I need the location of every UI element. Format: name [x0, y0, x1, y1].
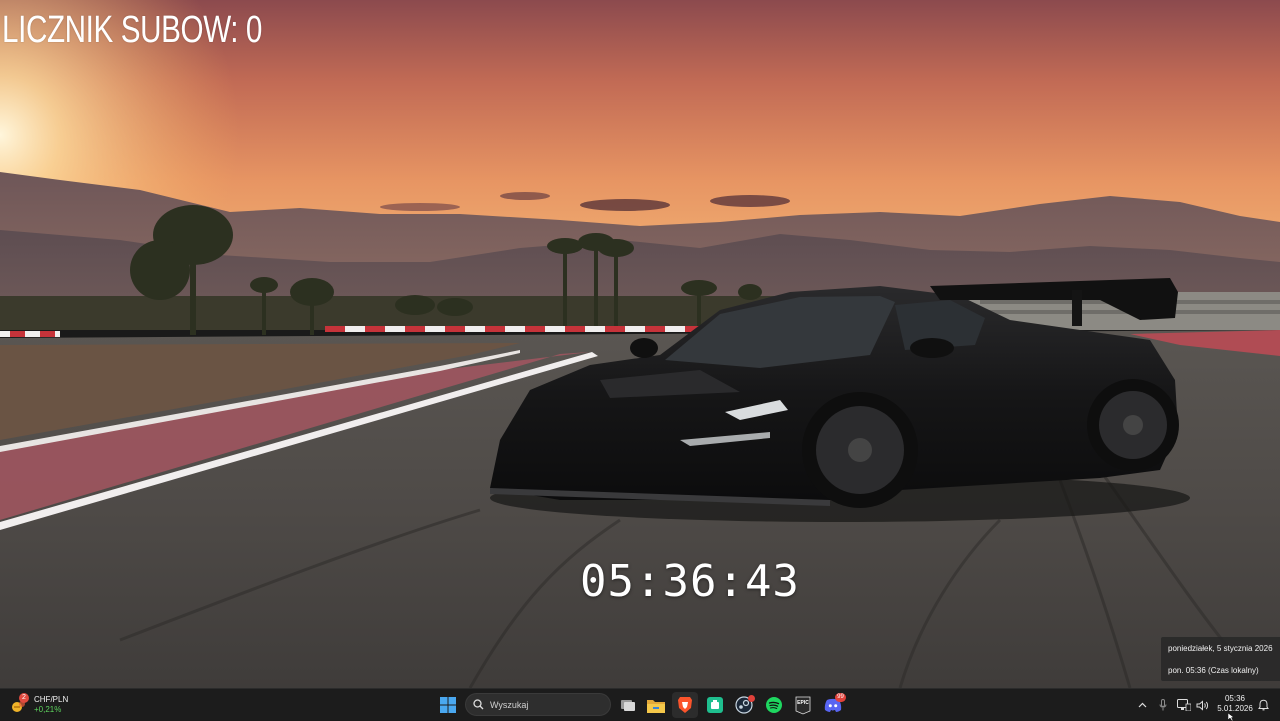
notifications-button[interactable] [1256, 697, 1270, 713]
task-view-icon [621, 700, 635, 711]
start-button[interactable] [435, 692, 461, 718]
task-view-button[interactable] [615, 692, 641, 718]
steam-button[interactable] [731, 692, 757, 718]
discord-button[interactable]: 99 [820, 692, 846, 718]
microphone-button[interactable] [1156, 697, 1170, 713]
chevron-up-icon [1138, 702, 1146, 708]
file-explorer-icon [647, 699, 665, 713]
start-icon [440, 697, 456, 713]
speaker-icon [1196, 699, 1208, 711]
app-store-icon [707, 697, 723, 713]
network-icon [1177, 699, 1191, 711]
epic-games-label: EPIC [797, 700, 809, 706]
taskbar: 2 CHF/PLN +0,21% Wyszukaj EPIC 99 05:36 … [0, 688, 1280, 721]
file-explorer-button[interactable] [643, 692, 669, 718]
desktop-clock: 05:36:43 [580, 556, 800, 607]
subscriber-counter: LICZNIK SUBOW: 0 [2, 9, 263, 51]
spotify-icon [766, 697, 782, 713]
tray-clock[interactable]: 05:36 5.01.2026 [1212, 694, 1258, 714]
steam-notification-dot [748, 695, 755, 702]
discord-badge: 99 [835, 693, 846, 702]
search-placeholder: Wyszukaj [490, 699, 529, 710]
epic-games-button[interactable]: EPIC [790, 692, 816, 718]
notification-bell-icon [1257, 699, 1269, 711]
volume-button[interactable] [1194, 697, 1210, 713]
network-button[interactable] [1176, 697, 1192, 713]
app-store-button[interactable] [702, 692, 728, 718]
widget-badge: 2 [19, 693, 29, 703]
currency-widget[interactable]: 2 CHF/PLN +0,21% [10, 692, 68, 718]
search-box[interactable]: Wyszukaj [465, 693, 611, 716]
show-hidden-icons-button[interactable] [1136, 697, 1148, 713]
spotify-button[interactable] [761, 692, 787, 718]
widget-pair: CHF/PLN [34, 695, 69, 704]
tray-time: 05:36 [1224, 694, 1246, 703]
tooltip-local-time: pon. 05:36 (Czas lokalny) [1168, 666, 1259, 675]
widget-change: +0,21% [34, 705, 62, 714]
brave-browser-icon [678, 697, 692, 713]
tooltip-date: poniedziałek, 5 stycznia 2026 [1168, 644, 1273, 653]
currency-exchange-icon: 2 [10, 693, 29, 714]
brave-browser-button[interactable] [672, 692, 698, 718]
search-icon [473, 699, 484, 710]
microphone-icon [1159, 699, 1167, 711]
date-tooltip: poniedziałek, 5 stycznia 2026 pon. 05:36… [1161, 637, 1280, 681]
